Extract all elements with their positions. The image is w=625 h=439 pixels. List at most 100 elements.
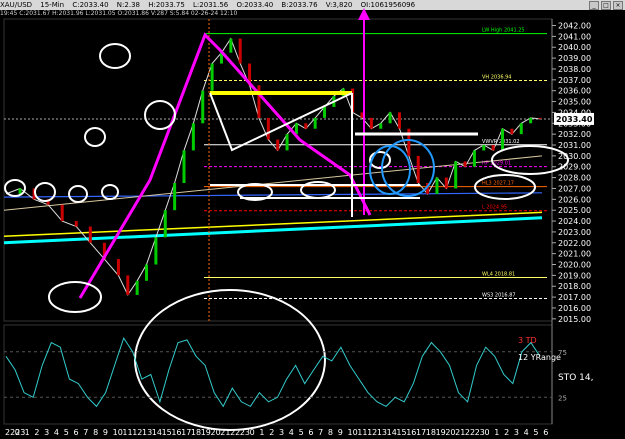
price-bar bbox=[304, 123, 308, 129]
time-axis-label: 0 bbox=[15, 428, 20, 437]
price-bar bbox=[74, 221, 78, 227]
annotation-ellipse bbox=[4, 179, 26, 197]
time-axis-label: 7 bbox=[318, 428, 323, 437]
oscillator-line bbox=[5, 336, 541, 408]
time-axis-label: 9 bbox=[338, 428, 343, 437]
price-bar bbox=[529, 117, 533, 124]
time-axis-label: 17 bbox=[416, 428, 426, 437]
price-tick-label: 2036.00 bbox=[558, 87, 591, 96]
price-bar bbox=[163, 210, 167, 238]
price-bar bbox=[145, 264, 149, 281]
price-tick-label: 2024.00 bbox=[558, 217, 591, 226]
level-label: WS3 2016.87 bbox=[482, 293, 516, 299]
annotation-ellipse bbox=[369, 151, 391, 169]
price-bar bbox=[491, 145, 495, 151]
price-bar bbox=[173, 183, 177, 211]
price-tick-label: 2015.00 bbox=[558, 315, 591, 324]
price-tick-label: 2035.00 bbox=[558, 98, 591, 107]
price-bar bbox=[454, 161, 458, 189]
oscillator-note-red: 3 TD bbox=[518, 336, 537, 345]
price-tick-label: 2038.00 bbox=[558, 65, 591, 74]
time-axis-label: 6 bbox=[74, 428, 79, 437]
price-panel-frame bbox=[3, 18, 553, 322]
level-label: LW High 2041.25 bbox=[482, 28, 525, 34]
time-axis-label: 3 bbox=[279, 428, 284, 437]
price-bar bbox=[201, 90, 205, 124]
time-axis-label: 18 bbox=[191, 428, 201, 437]
time-axis-label: 4 bbox=[524, 428, 529, 437]
time-axis-label: 14 bbox=[387, 428, 397, 437]
time-axis-label: 19 bbox=[436, 428, 446, 437]
price-bar bbox=[266, 117, 270, 140]
price-bar bbox=[313, 117, 317, 129]
oscillator-name: STO 14, bbox=[558, 373, 593, 383]
price-tick-label: 2028.00 bbox=[558, 174, 591, 183]
time-axis-label: 5 bbox=[299, 428, 304, 437]
last-price-label: 2033.40 bbox=[556, 115, 593, 124]
price-bar bbox=[538, 117, 542, 119]
time-axis-label: 3 bbox=[514, 428, 519, 437]
chart-window: XAU/USD 15-Min C:2033.40 N:2.38 H:2033.7… bbox=[0, 0, 625, 439]
time-axis-label: 15 bbox=[162, 428, 172, 437]
time-axis-label: 13 bbox=[142, 428, 152, 437]
price-bar bbox=[435, 177, 439, 194]
time-axis-label: 22 bbox=[465, 428, 475, 437]
time-axis-label: 2 bbox=[269, 428, 274, 437]
moving-average-line bbox=[3, 192, 543, 198]
annotation-ellipse bbox=[134, 289, 326, 431]
time-axis-label: 5 bbox=[533, 428, 538, 437]
time-axis-label: 16 bbox=[171, 428, 181, 437]
price-tick-label: 2040.00 bbox=[558, 43, 591, 52]
price-tick-label: 2042.00 bbox=[558, 22, 591, 31]
time-axis-label: 6 bbox=[308, 428, 313, 437]
level-label: WL4 2018.81 bbox=[482, 271, 515, 277]
price-bar bbox=[519, 123, 523, 135]
level-label: VH 2036.94 bbox=[482, 74, 511, 80]
price-bar bbox=[116, 259, 120, 276]
price-bar bbox=[379, 123, 383, 129]
time-axis-label: 23 bbox=[240, 428, 250, 437]
time-axis-label: 3 bbox=[44, 428, 49, 437]
price-tick-label: 2039.00 bbox=[558, 54, 591, 63]
time-axis-label: 22 bbox=[230, 428, 240, 437]
annotation-ellipse bbox=[99, 43, 131, 69]
time-axis-label: 18 bbox=[426, 428, 436, 437]
time-axis-label: 1 bbox=[259, 428, 264, 437]
time-axis-label: 7 bbox=[83, 428, 88, 437]
time-axis-label: 1 bbox=[25, 428, 30, 437]
annotation-ellipse bbox=[34, 182, 56, 202]
price-bar bbox=[191, 123, 195, 151]
time-axis-label: 8 bbox=[93, 428, 98, 437]
price-bar bbox=[501, 128, 505, 151]
price-tick-label: 2026.00 bbox=[558, 195, 591, 204]
time-axis-label: 9 bbox=[103, 428, 108, 437]
time-axis-label: 19 bbox=[201, 428, 211, 437]
price-tick-label: 2016.00 bbox=[558, 304, 591, 313]
oscillator-note-white: 12 YRange bbox=[518, 353, 561, 362]
price-tick-label: 2021.00 bbox=[558, 250, 591, 259]
price-bar bbox=[238, 38, 242, 64]
price-bar bbox=[397, 112, 401, 129]
price-bar bbox=[463, 161, 467, 167]
price-tick-label: 2027.00 bbox=[558, 184, 591, 193]
time-axis-label: 0 bbox=[250, 428, 255, 437]
price-bar bbox=[88, 226, 92, 243]
price-tick-label: 2017.00 bbox=[558, 293, 591, 302]
price-bar bbox=[369, 117, 373, 129]
time-axis-label: 5 bbox=[64, 428, 69, 437]
price-tick-label: 2022.00 bbox=[558, 239, 591, 248]
annotation-ellipse bbox=[48, 281, 102, 313]
price-chart: 2042.002041.00 2040.00 2039.00 2038.00 2037.… bbox=[3, 8, 594, 437]
time-axis-label: 21 bbox=[455, 428, 465, 437]
price-bar bbox=[60, 204, 64, 222]
level-label: HL3 2027.17 bbox=[482, 181, 514, 187]
price-tick-label: 2023.00 bbox=[558, 228, 591, 237]
oscillator-panel-frame bbox=[3, 324, 553, 425]
time-axis-label: 8 bbox=[328, 428, 333, 437]
time-axis-label: 14 bbox=[152, 428, 162, 437]
price-bar bbox=[472, 150, 476, 167]
time-axis-label: 16 bbox=[406, 428, 416, 437]
annotation-ellipse bbox=[84, 127, 106, 147]
time-axis-label: 11 bbox=[357, 428, 367, 437]
price-tick-label: 2032.00 bbox=[558, 130, 591, 139]
